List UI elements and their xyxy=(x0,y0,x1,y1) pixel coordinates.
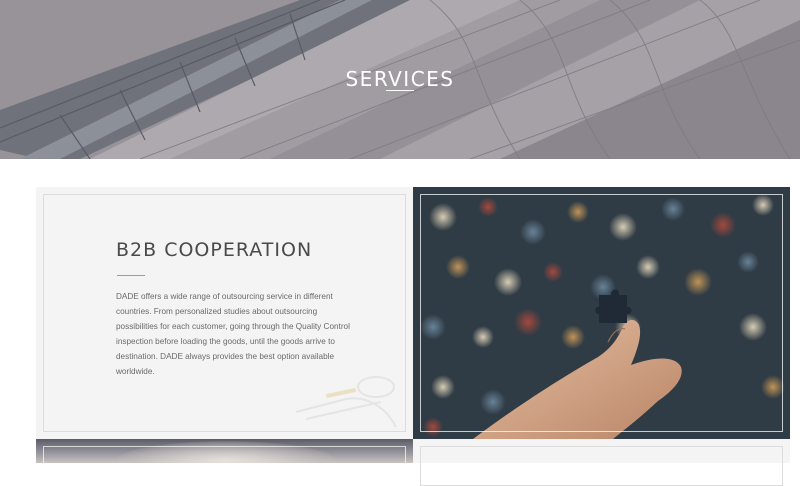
service-title: B2B COOPERATION xyxy=(116,239,313,261)
image-frame xyxy=(43,446,406,463)
service-card-next xyxy=(413,439,790,486)
title-divider xyxy=(117,275,145,276)
page-title: SERVICES xyxy=(345,67,455,92)
glasses-watermark-image xyxy=(295,376,397,428)
service-image-next xyxy=(36,439,413,463)
hero-banner: SERVICES xyxy=(0,0,800,159)
card-frame xyxy=(420,446,783,486)
service-image-b2b xyxy=(413,187,790,439)
image-frame xyxy=(420,194,783,432)
service-card-b2b: B2B COOPERATION DADE offers a wide range… xyxy=(36,187,413,439)
title-divider xyxy=(386,90,414,91)
